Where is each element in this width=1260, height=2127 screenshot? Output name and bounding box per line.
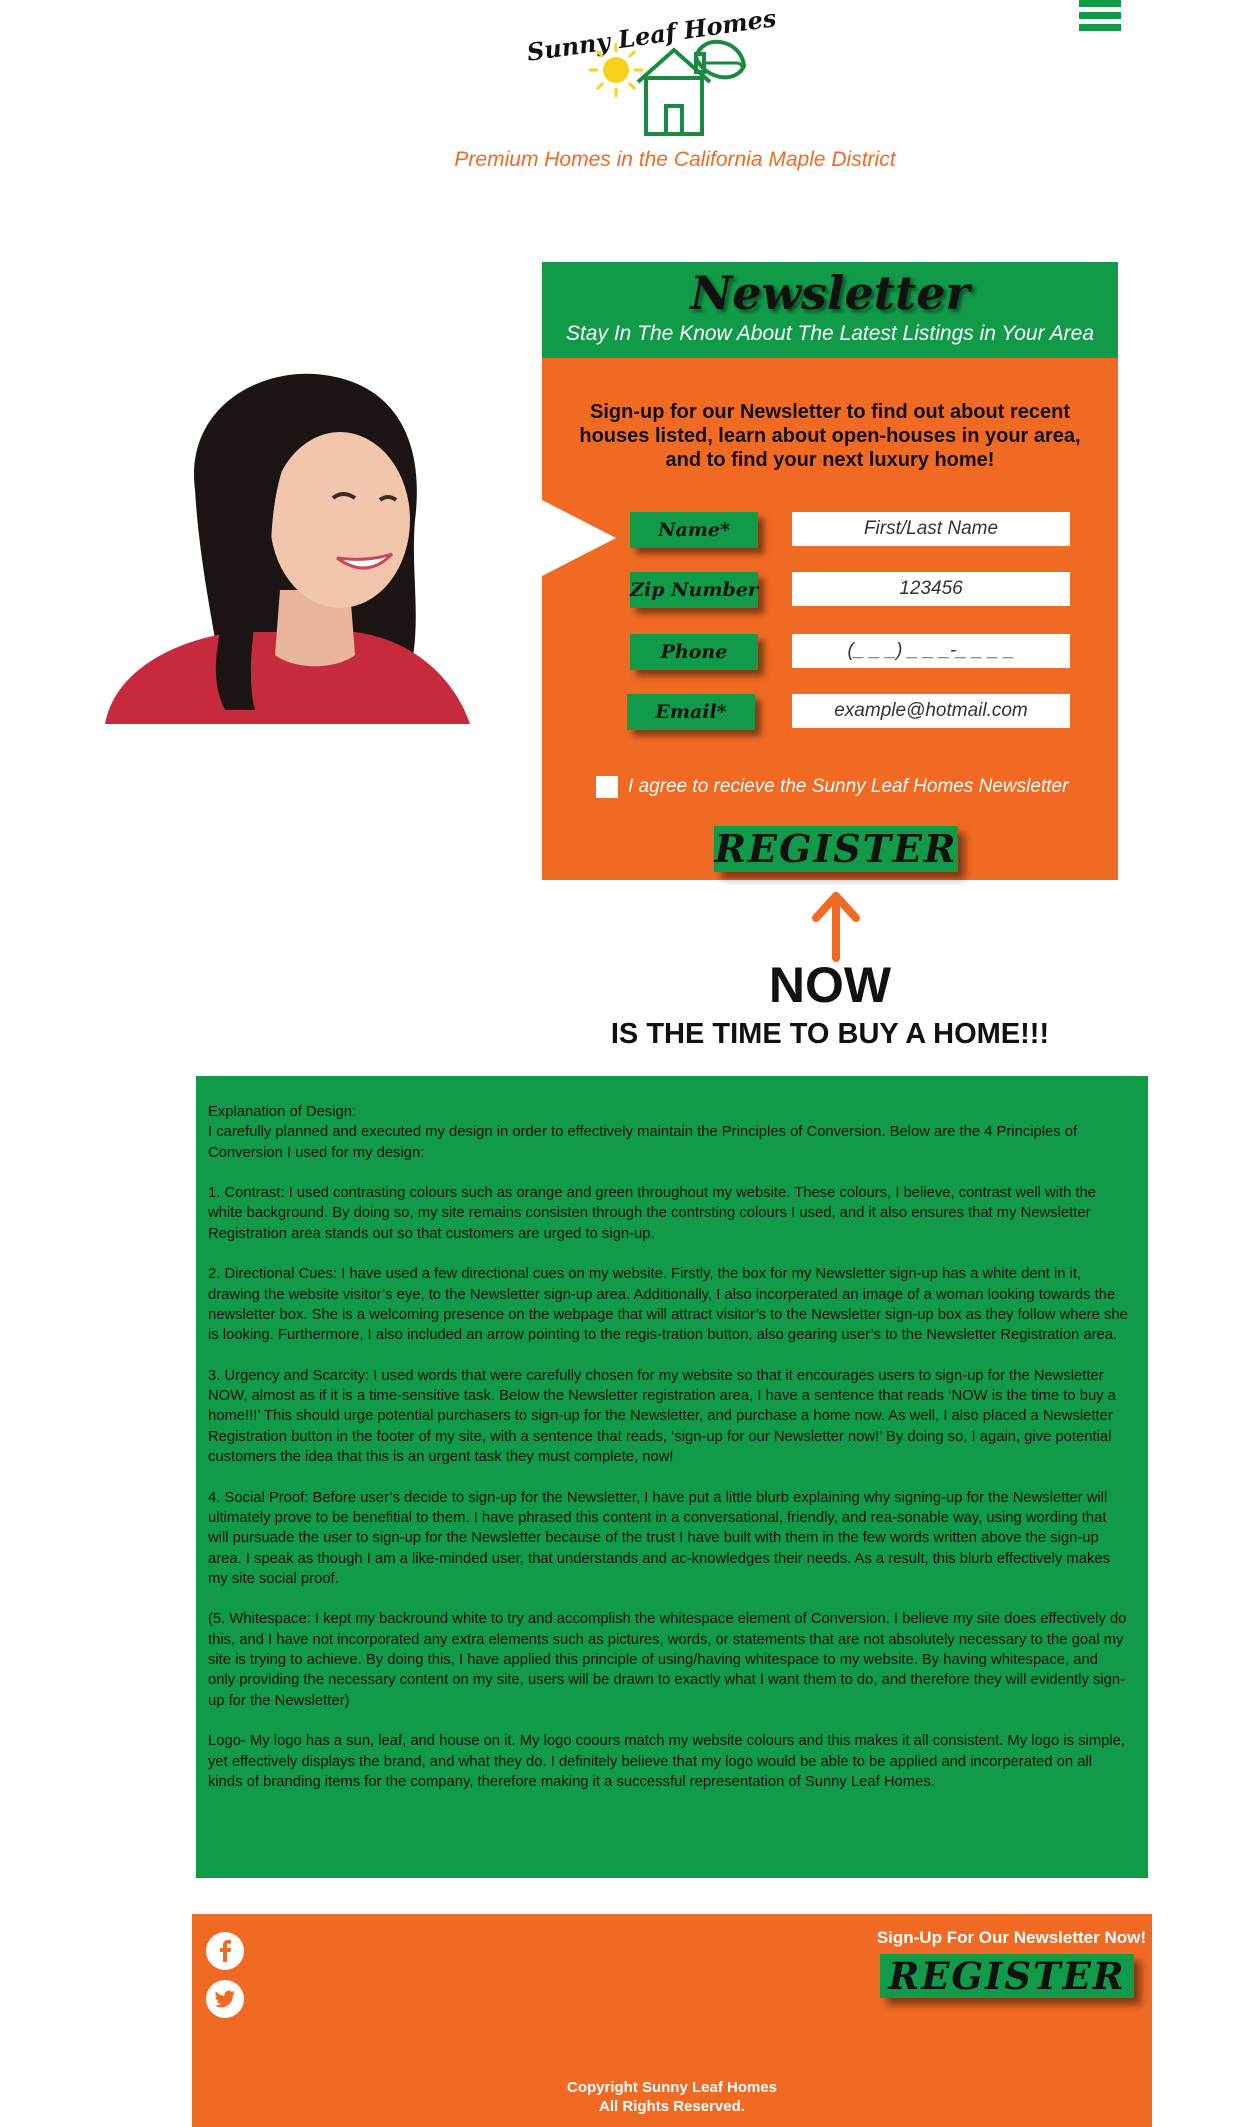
newsletter-subtitle: Stay In The Know About The Latest Listin… [565,322,1095,345]
hamburger-menu-icon[interactable] [1079,0,1121,36]
woman-photo [105,370,497,724]
explanation-heading: Explanation of Design: [208,1104,357,1120]
agree-checkbox[interactable] [596,776,618,798]
site-logo[interactable]: Sunny Leaf Homes [525,3,778,140]
phone-label: Phone [630,634,758,670]
explanation-paragraph: I carefully planned and executed my desi… [208,1124,1078,1161]
name-input[interactable] [792,512,1070,546]
footer-register-button[interactable]: REGISTER [880,1954,1134,1998]
name-label: Name* [630,512,758,548]
email-input[interactable] [792,694,1070,728]
explanation-paragraph: Logo- My logo has a sun, leaf, and house… [208,1733,1126,1790]
twitter-icon[interactable] [206,1980,244,2018]
phone-input[interactable] [792,634,1070,668]
arrow-up-icon [812,892,860,962]
directional-notch [542,500,616,576]
rights-line: All Rights Reserved. [599,2098,745,2115]
newsletter-header: Newsletter Stay In The Know About The La… [542,262,1118,358]
explanation-text: Explanation of Design: I carefully plann… [208,1102,1128,1812]
copyright-line: Copyright Sunny Leaf Homes [566,2079,778,2096]
footer: Sign-Up For Our Newsletter Now! REGISTER… [192,1914,1152,2127]
agree-label: I agree to recieve the Sunny Leaf Homes … [628,776,1069,797]
explanation-paragraph: 2. Directional Cues: I have used a few d… [208,1266,1128,1344]
email-label: Email* [627,694,755,730]
facebook-icon[interactable] [206,1932,244,1970]
explanation-paragraph: 1. Contrast: I used contrasting colours … [208,1185,1097,1242]
newsletter-form: Sign-up for our Newsletter to find out a… [542,358,1118,880]
explanation-paragraph: (5. Whitespace: I kept my backround whit… [208,1611,1127,1709]
tagline: Premium Homes in the California Maple Di… [454,148,896,171]
design-explanation: Explanation of Design: I carefully plann… [196,1076,1148,1878]
copyright: Copyright Sunny Leaf Homes All Rights Re… [192,2078,1152,2116]
zip-label: Zip Number [630,572,758,608]
register-button[interactable]: REGISTER [714,826,958,872]
now-heading: NOW [768,957,892,1013]
newsletter-title: Newsletter [690,266,970,320]
sun-leaf-house-icon [589,39,747,136]
zip-input[interactable] [792,572,1070,606]
explanation-paragraph: 4. Social Proof: Before user’s decide to… [208,1489,1111,1587]
newsletter-intro: Sign-up for our Newsletter to find out a… [579,401,1081,471]
explanation-paragraph: 3. Urgency and Scarcity: I used words th… [208,1367,1116,1466]
buy-home-heading: IS THE TIME TO BUY A HOME!!! [610,1018,1050,1050]
footer-cta-text: Sign-Up For Our Newsletter Now! [876,1928,1146,1947]
